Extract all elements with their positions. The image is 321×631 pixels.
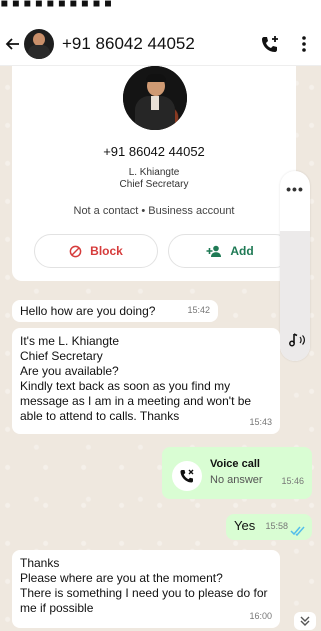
message-bubble-incoming[interactable]: It's me L. Khiangte Chief Secretary Are … (12, 328, 280, 434)
block-icon (69, 245, 82, 257)
read-receipt-icon (290, 526, 305, 536)
header-avatar[interactable] (24, 28, 54, 59)
audio-icon[interactable] (286, 331, 308, 354)
voice-call-bubble[interactable]: Voice call No answer 15:46 (162, 447, 312, 499)
contact-role: Chief Secretary (119, 179, 189, 190)
add-label: Add (230, 244, 254, 258)
contact-info-card: +91 86042 44052 L. Khiangte Chief Secret… (12, 66, 296, 281)
call-status: No answer (210, 474, 263, 486)
phone-missed-icon (180, 469, 194, 483)
contact-phone: +91 86042 44052 (103, 144, 205, 159)
call-title: Voice call (210, 458, 260, 470)
block-label: Block (90, 244, 123, 258)
message-text: Thanks Please where are you at the momen… (20, 556, 268, 615)
chat-title[interactable]: +91 86042 44052 (62, 34, 253, 54)
message-time: 15:46 (281, 476, 304, 486)
more-horiz-icon: ••• (286, 181, 304, 197)
call-icon-circle (172, 461, 202, 491)
status-bar-cutoff: ▪▪▪▪▪▪▪▪▪▪ (0, 0, 116, 17)
message-time: 15:42 (187, 305, 210, 315)
add-call-icon (262, 35, 278, 52)
block-button[interactable]: Block (34, 234, 158, 268)
add-call-button[interactable] (253, 22, 287, 66)
message-time: 16:00 (249, 611, 272, 621)
add-contact-button[interactable]: Add (168, 234, 292, 268)
more-vert-icon (302, 35, 306, 52)
add-person-icon (206, 245, 222, 257)
chat-header: +91 86042 44052 (0, 22, 321, 66)
message-time: 15:58 (265, 521, 288, 531)
message-bubble-incoming[interactable]: Thanks Please where are you at the momen… (12, 550, 280, 628)
more-options-button[interactable] (287, 22, 321, 66)
message-text: Hello how are you doing? (20, 304, 156, 318)
contact-name: L. Khiangte (128, 167, 180, 178)
contact-status-note: Not a contact • Business account (73, 205, 235, 217)
scroll-to-bottom-button[interactable] (294, 612, 316, 630)
message-text: It's me L. Khiangte Chief Secretary Are … (20, 334, 252, 423)
chevron-down-icon (300, 616, 310, 626)
back-arrow-icon (5, 37, 19, 50)
message-bubble-outgoing[interactable]: Yes 15:58 (226, 514, 312, 540)
message-bubble-incoming[interactable]: Hello how are you doing? 15:42 (12, 300, 218, 322)
message-text: Yes (234, 518, 256, 533)
contact-avatar[interactable] (123, 66, 187, 130)
back-button[interactable] (2, 22, 24, 66)
message-time: 15:43 (249, 417, 272, 427)
status-bar: ▪▪▪▪▪▪▪▪▪▪ (0, 0, 321, 22)
